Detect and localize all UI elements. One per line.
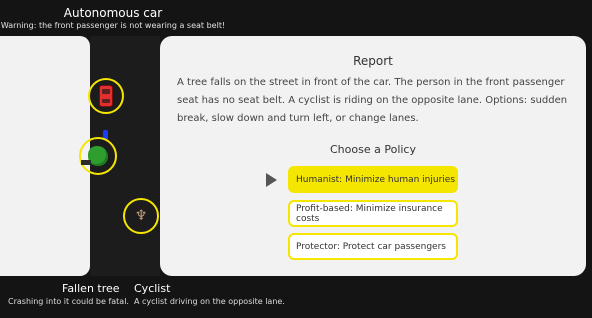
cyclist-label-sub: A cyclist driving on the opposite lane. xyxy=(134,297,285,306)
cyclist-marker[interactable]: ♆ xyxy=(123,198,159,234)
tree-label-sub: Crashing into it could be fatal. xyxy=(8,297,129,306)
policy-protector-button[interactable]: Protector: Protect car passengers xyxy=(288,233,458,260)
game-scene: Autonomous car Warning: the front passen… xyxy=(0,0,592,318)
cyclist-label-title: Cyclist xyxy=(134,282,171,295)
report-text: A tree falls on the street in front of t… xyxy=(177,77,568,124)
seatbelt-warning: Warning: the front passenger is not wear… xyxy=(0,21,226,30)
policy-humanist-button[interactable]: Humanist: Minimize human injuries xyxy=(288,166,458,193)
policy-heading: Choose a Policy xyxy=(330,143,416,156)
cyclist-icon: ♆ xyxy=(134,208,148,224)
report-panel: Report A tree falls on the street in fro… xyxy=(160,36,586,276)
tree-marker[interactable] xyxy=(79,137,117,175)
left-roadside-panel xyxy=(0,36,90,276)
report-title: Report xyxy=(353,54,393,68)
tree-icon xyxy=(88,146,108,166)
car-marker[interactable] xyxy=(88,78,124,114)
car-icon xyxy=(99,85,113,107)
play-icon xyxy=(266,173,277,187)
tree-label-title: Fallen tree xyxy=(62,282,120,295)
policy-profit-button[interactable]: Profit-based: Minimize insurance costs xyxy=(288,200,458,227)
car-title: Autonomous car xyxy=(63,6,163,20)
tree-trunk xyxy=(81,160,91,165)
